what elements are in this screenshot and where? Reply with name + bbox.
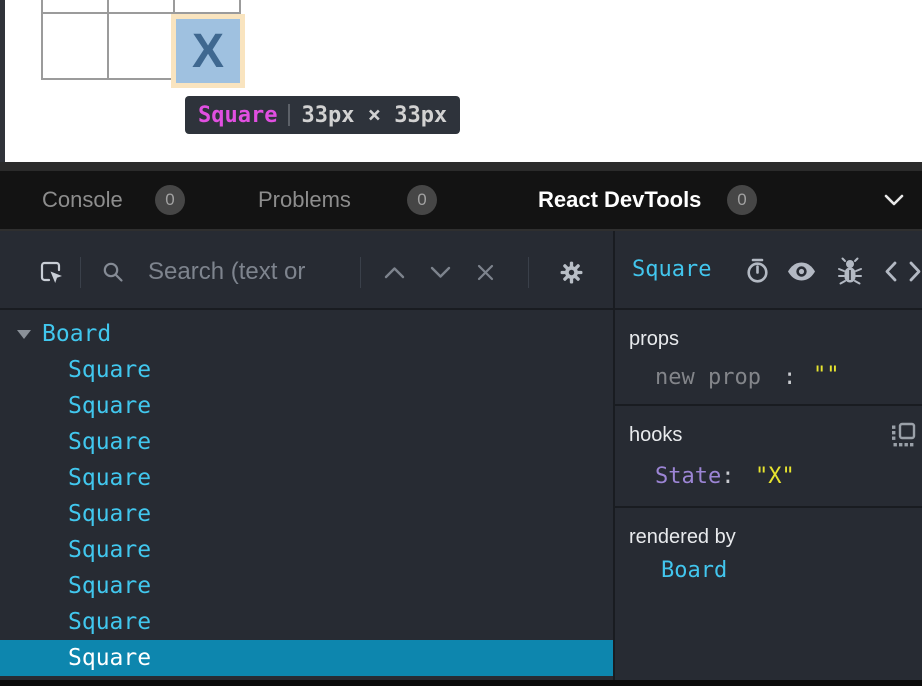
inspect-tooltip: Square 33px × 33px — [185, 96, 460, 134]
tree-row-label: Square — [68, 429, 151, 455]
inspect-highlight-content[interactable]: X — [176, 19, 240, 83]
tooltip-component-name: Square — [198, 103, 277, 128]
tree-row-square[interactable]: Square — [0, 496, 613, 532]
tree-row-square[interactable]: Square — [0, 568, 613, 604]
tree-row-square-selected[interactable]: Square — [0, 640, 613, 676]
search-input[interactable] — [148, 255, 348, 289]
inspected-element-header: Square — [615, 231, 922, 310]
page-viewport: X Square 33px × 33px — [0, 0, 922, 162]
tree-row-square[interactable]: Square — [0, 388, 613, 424]
tree-row-square[interactable]: Square — [0, 424, 613, 460]
console-count-badge: 0 — [155, 185, 185, 215]
square-cell-value: X — [192, 24, 224, 79]
inspect-dom-eye-icon[interactable] — [787, 261, 816, 282]
tree-row-square[interactable]: Square — [0, 604, 613, 640]
component-tree: Board Square Square Square Square Square… — [0, 312, 613, 680]
props-colon: : — [783, 365, 796, 390]
tree-row-label: Board — [42, 321, 111, 347]
search-icon — [102, 261, 124, 283]
tree-row-label: Square — [68, 573, 151, 599]
tree-row-square[interactable]: Square — [0, 460, 613, 496]
react-devtools-count-badge: 0 — [727, 185, 757, 215]
tree-row-label: Square — [68, 393, 151, 419]
tree-row-square[interactable]: Square — [0, 532, 613, 568]
expander-triangle-icon[interactable] — [17, 330, 31, 339]
search-prev-chevron-up-icon[interactable] — [384, 266, 405, 279]
tree-row-square[interactable]: Square — [0, 352, 613, 388]
inspected-element-pane: Square — [615, 231, 922, 680]
window-left-edge — [0, 0, 5, 162]
react-devtools-body: Board Square Square Square Square Square… — [0, 231, 922, 680]
tree-row-label: Square — [68, 645, 151, 671]
hook-state-row[interactable]: State: — [655, 464, 734, 489]
search-clear-x-icon[interactable] — [476, 263, 495, 282]
hook-state-value[interactable]: "X" — [755, 464, 795, 489]
new-prop-value-field[interactable]: "" — [813, 363, 840, 388]
hooks-section: hooks State: "X" — [615, 406, 922, 508]
inspect-element-icon[interactable] — [38, 259, 65, 286]
toolbar-divider — [528, 257, 529, 288]
debug-bug-icon[interactable] — [837, 257, 863, 286]
screen: X Square 33px × 33px Console 0 Problems … — [0, 0, 922, 686]
tree-toolbar — [0, 231, 613, 310]
load-hook-names-icon[interactable] — [890, 422, 916, 448]
props-section: props new prop : "" — [615, 310, 922, 406]
search-next-chevron-down-icon[interactable] — [430, 266, 451, 279]
devtools-panel: Console 0 Problems 0 React DevTools 0 — [0, 162, 922, 686]
tooltip-divider — [288, 104, 290, 126]
new-prop-field[interactable]: new prop — [655, 365, 761, 390]
collapse-panel-chevron-icon[interactable] — [884, 194, 904, 207]
inspect-highlight-margin: X — [171, 14, 245, 88]
toolbar-divider — [80, 257, 81, 288]
hooks-colon: : — [721, 464, 734, 489]
board-cell[interactable] — [43, 0, 107, 12]
board-cell[interactable] — [109, 14, 173, 78]
devtools-tab-bar: Console 0 Problems 0 React DevTools 0 — [0, 171, 922, 229]
board-cell[interactable] — [43, 14, 107, 78]
tree-row-label: Square — [68, 609, 151, 635]
tab-console[interactable]: Console — [42, 187, 123, 213]
devtools-top-strip — [0, 162, 922, 171]
tooltip-dimensions: 33px × 33px — [301, 103, 447, 128]
settings-gear-icon[interactable] — [559, 260, 584, 285]
hooks-title: hooks — [629, 424, 682, 447]
tree-row-label: Square — [68, 357, 151, 383]
rendered-by-owner-link[interactable]: Board — [661, 558, 727, 583]
suspend-stopwatch-icon[interactable] — [744, 257, 771, 285]
tree-row-label: Square — [68, 465, 151, 491]
tree-row-label: Square — [68, 537, 151, 563]
tree-row-label: Square — [68, 501, 151, 527]
components-tree-pane: Board Square Square Square Square Square… — [0, 231, 613, 680]
board-cell[interactable] — [109, 0, 173, 12]
toolbar-divider — [360, 257, 361, 288]
tab-react-devtools[interactable]: React DevTools — [538, 187, 701, 213]
rendered-by-title: rendered by — [629, 526, 736, 549]
board-cell[interactable] — [175, 0, 239, 12]
view-source-code-icon[interactable] — [885, 261, 921, 282]
hook-state-label: State — [655, 464, 721, 489]
tab-problems[interactable]: Problems — [258, 187, 351, 213]
props-title: props — [629, 328, 679, 351]
tree-row-board[interactable]: Board — [0, 316, 613, 352]
problems-count-badge: 0 — [407, 185, 437, 215]
rendered-by-section: rendered by Board — [615, 508, 922, 680]
inspected-component-name: Square — [632, 257, 711, 282]
bottom-edge — [0, 680, 922, 686]
